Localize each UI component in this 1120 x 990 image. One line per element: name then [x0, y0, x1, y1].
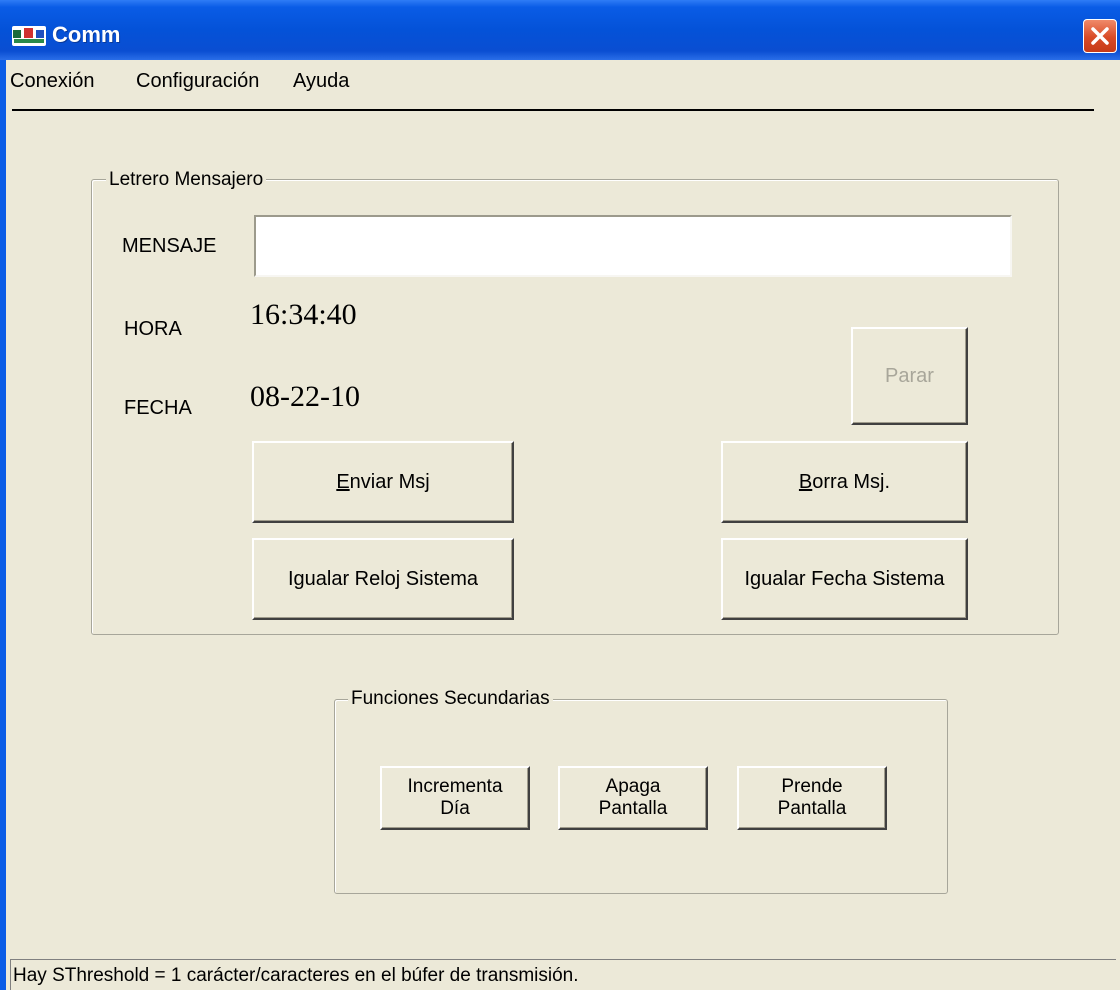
- enviar-msj-label: nviar Msj: [349, 470, 430, 493]
- group-label-funciones: Funciones Secundarias: [348, 688, 553, 710]
- prende-pantalla-button[interactable]: Prende Pantalla: [737, 766, 887, 830]
- close-button[interactable]: [1083, 19, 1117, 53]
- enviar-msj-accesskey: E: [336, 470, 350, 493]
- mensaje-input[interactable]: [254, 215, 1012, 277]
- incrementa-dia-button[interactable]: Incrementa Día: [380, 766, 530, 830]
- menu-item-configuracion[interactable]: Configuración: [136, 70, 259, 93]
- enviar-msj-button[interactable]: Enviar Msj: [252, 441, 514, 523]
- apaga-pantalla-button[interactable]: Apaga Pantalla: [558, 766, 708, 830]
- hora-label: HORA: [124, 318, 182, 340]
- window-frame-left: [0, 60, 6, 990]
- parar-button[interactable]: Parar: [851, 327, 968, 425]
- mensaje-label: MENSAJE: [122, 235, 217, 257]
- status-bar: Hay SThreshold = 1 carácter/caracteres e…: [10, 959, 1116, 990]
- fecha-value: 08-22-10: [250, 380, 360, 413]
- group-label-letrero: Letrero Mensajero: [106, 169, 267, 191]
- title-bar[interactable]: Comm: [0, 0, 1120, 60]
- fecha-label: FECHA: [124, 397, 192, 419]
- igualar-fecha-button[interactable]: Igualar Fecha Sistema: [721, 538, 968, 620]
- menu-bar: Conexión Configuración Ayuda: [6, 60, 1120, 100]
- app-icon: [12, 26, 46, 46]
- borra-msj-accesskey: B: [798, 470, 813, 493]
- menu-item-ayuda[interactable]: Ayuda: [293, 70, 349, 93]
- window-title: Comm: [52, 22, 121, 47]
- borra-msj-button[interactable]: Borra Msj.: [721, 441, 968, 523]
- close-icon: [1091, 27, 1109, 45]
- hora-value: 16:34:40: [250, 298, 357, 331]
- igualar-reloj-button[interactable]: Igualar Reloj Sistema: [252, 538, 514, 620]
- borra-msj-label: orra Msj.: [812, 470, 891, 493]
- menu-item-conexion[interactable]: Conexión: [10, 70, 95, 93]
- menu-separator: [12, 109, 1094, 111]
